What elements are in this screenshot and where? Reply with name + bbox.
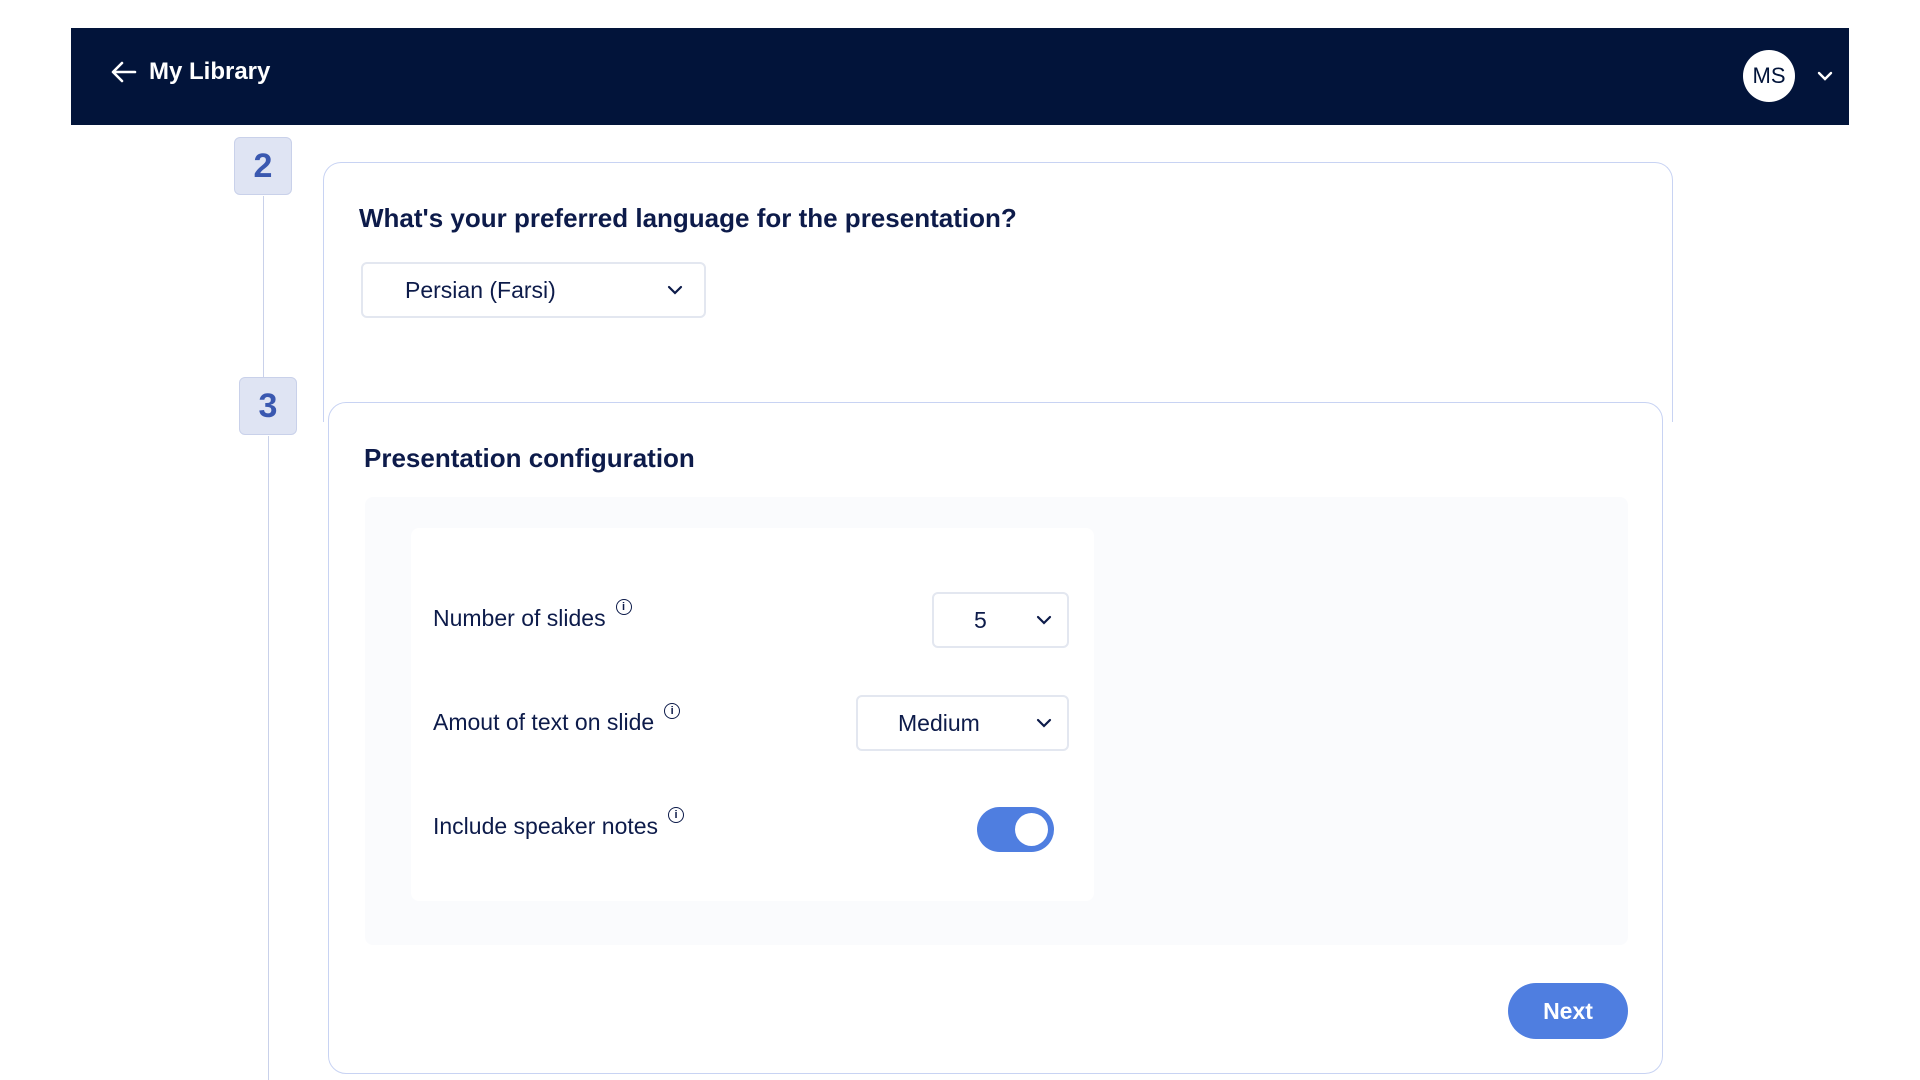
- text-amount-row-label: Amout of text on slide i: [433, 703, 681, 736]
- next-button[interactable]: Next: [1508, 983, 1628, 1039]
- chevron-down-icon[interactable]: [1815, 66, 1835, 86]
- text-amount-label: Amout of text on slide: [433, 709, 655, 735]
- language-select-value: Persian (Farsi): [405, 276, 556, 303]
- info-icon[interactable]: i: [664, 703, 681, 719]
- step-connector: [268, 436, 269, 1080]
- slides-count-select[interactable]: 5: [932, 592, 1069, 648]
- configuration-title: Presentation configuration: [364, 443, 695, 473]
- chevron-down-icon: [667, 285, 683, 295]
- back-to-library-link[interactable]: My Library: [111, 58, 270, 86]
- step-connector: [263, 196, 264, 377]
- speaker-notes-row-label: Include speaker notes i: [433, 807, 685, 840]
- speaker-notes-label: Include speaker notes: [433, 813, 659, 839]
- back-label: My Library: [149, 58, 271, 85]
- slides-label: Number of slides: [433, 605, 606, 631]
- chevron-down-icon: [1036, 615, 1052, 625]
- slides-row-label: Number of slides i: [433, 599, 632, 632]
- configuration-card: Presentation configuration Number of sli…: [328, 402, 1663, 1074]
- speaker-notes-toggle[interactable]: [977, 807, 1054, 852]
- user-avatar[interactable]: MS: [1743, 50, 1795, 102]
- info-icon[interactable]: i: [615, 599, 632, 615]
- arrow-left-icon: [111, 61, 137, 83]
- language-question: What's your preferred language for the p…: [359, 203, 1017, 233]
- toggle-knob: [1015, 813, 1048, 846]
- chevron-down-icon: [1036, 718, 1052, 728]
- top-header: My Library MS: [71, 28, 1849, 125]
- info-icon[interactable]: i: [668, 807, 685, 823]
- step-badge-3: 3: [239, 377, 297, 435]
- slides-count-value: 5: [974, 606, 987, 633]
- language-card: What's your preferred language for the p…: [323, 162, 1673, 422]
- language-select[interactable]: Persian (Farsi): [361, 262, 706, 318]
- text-amount-select[interactable]: Medium: [856, 695, 1069, 751]
- text-amount-value: Medium: [898, 709, 980, 736]
- step-badge-2: 2: [234, 137, 292, 195]
